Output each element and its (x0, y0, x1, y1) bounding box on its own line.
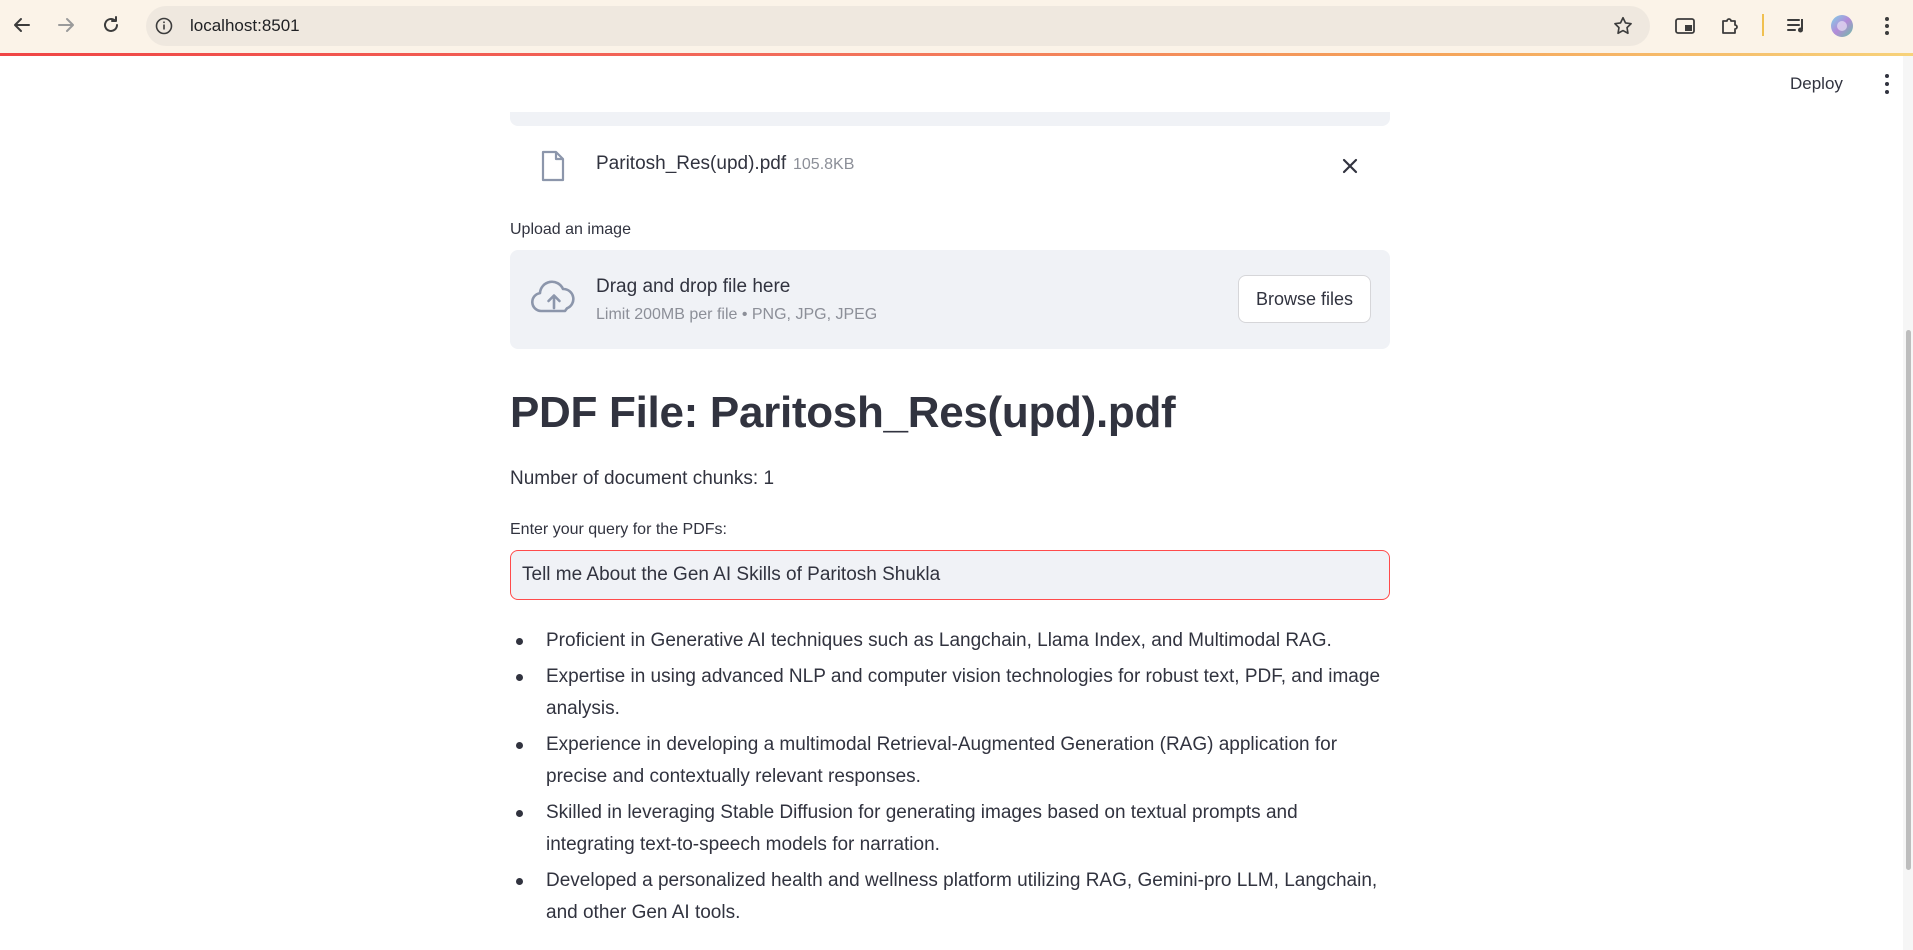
picture-in-picture-icon[interactable] (1670, 11, 1700, 41)
bookmark-star-icon[interactable] (1612, 15, 1634, 37)
toolbar-divider (1762, 14, 1764, 36)
back-icon[interactable] (7, 10, 37, 40)
url-text[interactable]: localhost:8501 (190, 16, 300, 36)
uploaded-file-name: Paritosh_Res(upd).pdf (596, 153, 787, 174)
cloud-upload-icon (530, 280, 578, 321)
forward-icon[interactable] (51, 10, 81, 40)
uploaded-file-size: 105.8KB (793, 156, 855, 173)
pdf-dropzone-bottom (510, 112, 1390, 126)
media-control-icon[interactable] (1782, 11, 1812, 41)
answer-item: Experience in developing a multimodal Re… (510, 729, 1390, 793)
page-title: PDF File: Paritosh_Res(upd).pdf (510, 388, 1176, 437)
query-input[interactable] (510, 550, 1390, 600)
answer-list: Proficient in Generative AI techniques s… (510, 625, 1390, 933)
site-info-icon[interactable] (154, 16, 174, 36)
extensions-icon[interactable] (1715, 11, 1745, 41)
remove-file-close-icon[interactable] (1338, 154, 1362, 178)
chrome-menu-icon[interactable] (1872, 11, 1902, 41)
app-menu-icon[interactable] (1880, 72, 1894, 96)
address-bar[interactable]: localhost:8501 (146, 6, 1650, 46)
dropzone-title: Drag and drop file here (596, 276, 791, 297)
answer-item: Developed a personalized health and well… (510, 865, 1390, 929)
browse-files-button[interactable]: Browse files (1238, 275, 1371, 323)
query-label: Enter your query for the PDFs: (510, 521, 727, 538)
dropzone-limit-text: Limit 200MB per file • PNG, JPG, JPEG (596, 306, 878, 323)
deploy-button[interactable]: Deploy (1790, 74, 1843, 94)
browser-toolbar: localhost:8501 (0, 0, 1913, 53)
chunk-count-text: Number of document chunks: 1 (510, 468, 775, 489)
reload-icon[interactable] (96, 10, 126, 40)
image-dropzone[interactable]: Drag and drop file here Limit 200MB per … (510, 250, 1390, 349)
profile-avatar[interactable] (1827, 11, 1857, 41)
scrollbar-thumb[interactable] (1906, 330, 1911, 870)
answer-item: Expertise in using advanced NLP and comp… (510, 661, 1390, 725)
file-icon (540, 150, 566, 187)
uploaded-file-row: Paritosh_Res(upd).pdf 105.8KB (510, 138, 1390, 194)
image-upload-label: Upload an image (510, 221, 631, 238)
page-loading-bar (0, 53, 1913, 56)
answer-item: Proficient in Generative AI techniques s… (510, 625, 1390, 657)
answer-item: Skilled in leveraging Stable Diffusion f… (510, 797, 1390, 861)
